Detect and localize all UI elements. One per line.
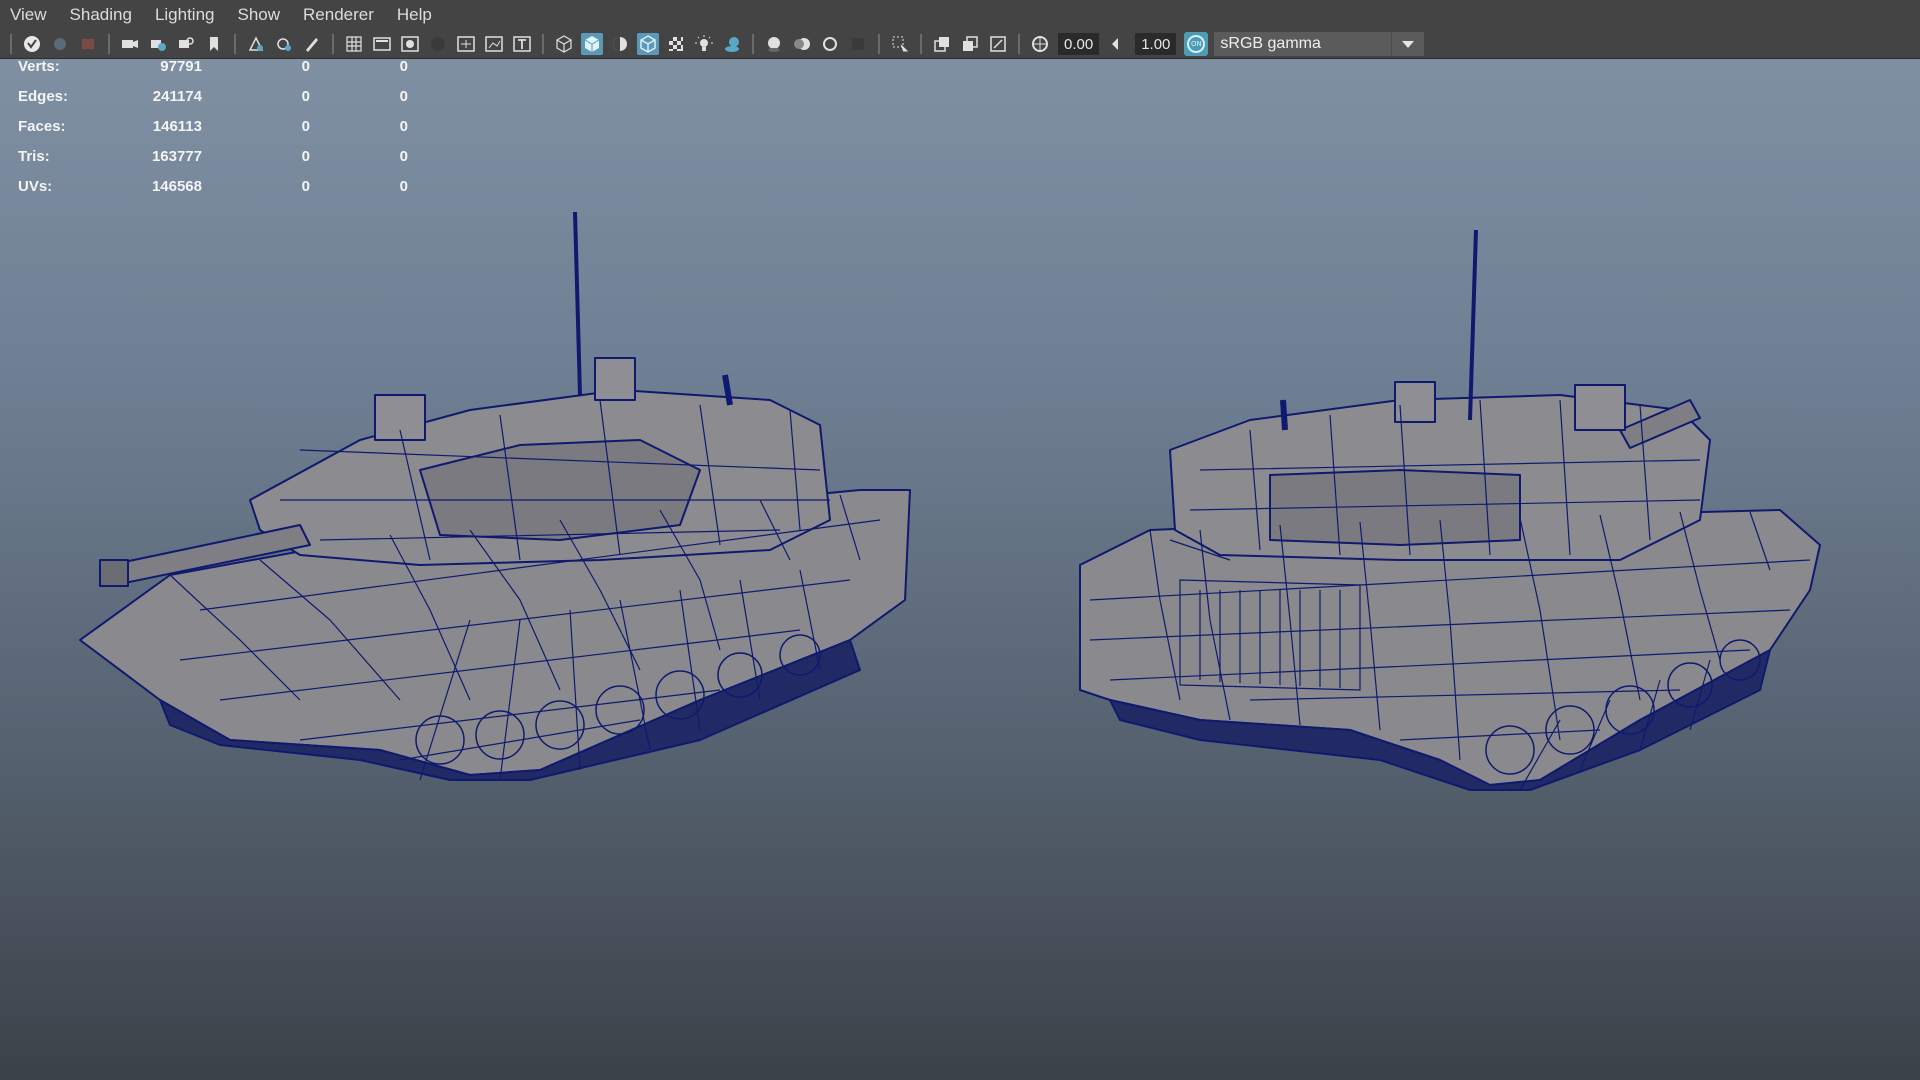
menu-help[interactable]: Help [397,5,432,25]
menu-bar: View Shading Lighting Show Renderer Help [0,0,1920,30]
wireframe-icon[interactable] [553,33,575,55]
two-d-pan-zoom-icon[interactable] [273,33,295,55]
toolbar-separator [752,34,754,54]
view-transform-dropdown[interactable]: sRGB gamma [1214,32,1425,56]
resolution-gate-icon[interactable] [399,33,421,55]
image-plane-icon[interactable] [245,33,267,55]
smooth-shade-icon[interactable] [581,33,603,55]
tank-right-hatch [1574,384,1626,431]
anti-aliasing-icon[interactable] [819,33,841,55]
gamma-field[interactable]: 1.00 [1135,33,1177,55]
film-gate-icon[interactable] [371,33,393,55]
viewport-3d[interactable] [0,60,1920,1080]
tank-left-sight [594,357,636,401]
on-toggle-icon: ON [1187,35,1206,53]
tank-right-antenna [1468,229,1478,421]
exposure-field[interactable]: 0.00 [1058,33,1100,55]
camera-icon[interactable] [119,33,141,55]
grid-icon[interactable] [343,33,365,55]
textured-icon[interactable] [665,33,687,55]
gate-mask-icon[interactable] [427,33,449,55]
toolbar-separator [1018,34,1020,54]
toolbar-separator [878,34,880,54]
toolbar-separator [332,34,334,54]
camera-record-icon[interactable] [77,33,99,55]
field-chart-icon[interactable] [455,33,477,55]
panel-toolbar: 0.00 1.00 ON sRGB gamma [0,30,1920,59]
bookmark-icon[interactable] [203,33,225,55]
select-camera-icon[interactable] [21,33,43,55]
shadows-icon[interactable] [721,33,743,55]
default-material-icon[interactable] [609,33,631,55]
safe-action-icon[interactable] [483,33,505,55]
xray-icon[interactable] [931,33,953,55]
isolate-select-icon[interactable] [889,33,911,55]
toolbar-separator [542,34,544,54]
camera-lock-icon[interactable] [49,33,71,55]
backface-culling-icon[interactable] [987,33,1009,55]
chevron-down-icon[interactable] [1391,32,1425,56]
toolbar-separator [10,34,12,54]
lighting-icon[interactable] [693,33,715,55]
tank-left-antenna [573,211,582,396]
screen-space-ao-icon[interactable] [763,33,785,55]
wireframe-on-shaded-icon[interactable] [637,33,659,55]
grease-pencil-icon[interactable] [301,33,323,55]
menu-show[interactable]: Show [238,5,281,25]
motion-blur-icon[interactable] [791,33,813,55]
xray-joints-icon[interactable] [959,33,981,55]
depth-of-field-icon[interactable] [847,33,869,55]
camera-attributes-icon[interactable] [147,33,169,55]
toolbar-separator [108,34,110,54]
menu-view[interactable]: View [10,5,47,25]
exposure-icon[interactable] [1029,33,1051,55]
toolbar-separator [234,34,236,54]
camera-bookmark-icon[interactable] [175,33,197,55]
tank-left-hatch [374,394,426,441]
menu-lighting[interactable]: Lighting [155,5,215,25]
toolbar-separator [920,34,922,54]
menu-shading[interactable]: Shading [70,5,132,25]
view-transform-value: sRGB gamma [1220,35,1321,52]
safe-title-icon[interactable] [511,33,533,55]
gamma-icon[interactable] [1106,33,1128,55]
menu-renderer[interactable]: Renderer [303,5,374,25]
color-management-toggle[interactable]: ON [1184,32,1209,56]
tank-model-right[interactable] [1079,229,1821,791]
tank-model-left[interactable] [79,211,911,781]
